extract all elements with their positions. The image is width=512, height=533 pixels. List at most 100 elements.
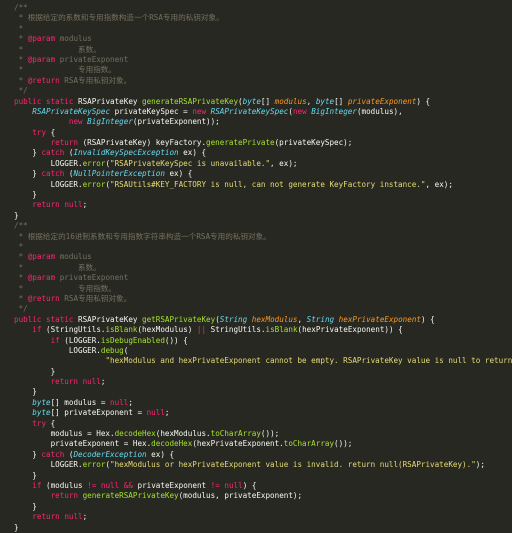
keyword-token: null <box>64 200 83 210</box>
code-token: [] <box>260 96 275 106</box>
code-line: } <box>14 502 512 512</box>
code-line: */ <box>14 304 512 314</box>
code-token: } <box>14 169 42 179</box>
code-line: return (RSAPrivateKey) keyFactory.genera… <box>14 138 512 148</box>
code-line: LOGGER.debug( <box>14 346 512 356</box>
code-line: /** <box>14 3 512 13</box>
function-token: error <box>82 179 106 189</box>
code-line: byte[] privateExponent = null; <box>14 408 512 418</box>
code-line: if (modulus != null && privateExponent !… <box>14 481 512 491</box>
code-token: LOGGER. <box>14 179 83 189</box>
keyword-token: || <box>196 325 207 335</box>
function-token: toCharArray <box>210 429 261 439</box>
code-line: } <box>14 387 512 397</box>
code-token: ( <box>123 345 129 355</box>
code-token: ; <box>82 512 88 522</box>
type-token: byte <box>32 408 51 418</box>
code-token: , <box>297 314 307 324</box>
function-token: isBlank <box>265 325 298 335</box>
keyword-token: null <box>110 397 129 407</box>
type-token: byte <box>32 397 51 407</box>
code-line: * <box>14 24 512 34</box>
keyword-token: null <box>100 480 120 490</box>
code-token: , ex); <box>425 179 453 189</box>
code-token: (hexPrivateExponent. <box>192 439 284 449</box>
code-token: LOGGER. <box>14 345 101 355</box>
keyword-token: new <box>192 106 207 116</box>
code-token: , <box>306 96 316 106</box>
annotation-token: @param <box>27 54 56 64</box>
code-line: LOGGER.error("RSAPrivateKeySpec is unava… <box>14 159 512 169</box>
code-token: { <box>46 418 56 428</box>
type-token: String <box>219 314 248 324</box>
keyword-token: null <box>224 480 243 490</box>
function-token: decodeHex <box>151 439 193 449</box>
code-line: * <box>14 242 512 252</box>
code-token: (hexModulus) <box>137 325 197 335</box>
code-token: } <box>14 366 56 376</box>
comment-token: * <box>14 34 28 44</box>
type-token: RSAPrivateKeySpec <box>210 106 289 116</box>
function-token: generateRSAPrivateKey <box>142 96 239 106</box>
keyword-token: return <box>50 491 79 501</box>
code-token: } <box>14 387 37 397</box>
code-editor[interactable]: /** * 根据给定的系数和专用指数构造一个RSA专用的私钥对象。 * * @p… <box>0 0 512 532</box>
code-line: * 系数。 <box>14 263 512 273</box>
code-token: ex) { <box>164 169 193 179</box>
code-token: , ex); <box>270 158 298 168</box>
keyword-token: catch <box>41 169 65 179</box>
code-token: } <box>14 449 42 459</box>
code-line: * @param modulus <box>14 34 512 44</box>
comment-token: * <box>14 252 28 262</box>
annotation-token: @param <box>27 34 56 44</box>
function-token: toCharArray <box>283 439 335 449</box>
code-token: } <box>14 522 19 532</box>
code-line: LOGGER.error("RSAUtils#KEY_FACTORY is nu… <box>14 180 512 190</box>
code-token: } <box>14 470 37 480</box>
code-line: privateExponent = Hex.decodeHex(hexPriva… <box>14 439 512 449</box>
code-token: } <box>14 148 42 158</box>
function-token: getRSAPrivateKey <box>142 314 216 324</box>
code-token: (modulus), <box>356 106 403 116</box>
keyword-token: return <box>32 512 60 522</box>
annotation-token: @return <box>27 75 60 85</box>
code-token: [] modulus = <box>50 397 111 407</box>
code-line: try { <box>14 419 512 429</box>
code-token: privateExponent = Hex. <box>14 439 152 449</box>
code-line: "hexModulus and hexPrivateExponent canno… <box>14 356 512 366</box>
code-token: StringUtils. <box>206 325 266 335</box>
annotation-token: @param <box>27 273 56 283</box>
code-token: (hexModulus. <box>155 429 211 439</box>
code-line: } catch (InvalidKeySpecException ex) { <box>14 148 512 158</box>
keyword-token: return <box>50 138 79 148</box>
keyword-token: != <box>210 480 220 490</box>
comment-token: * <box>14 241 24 251</box>
code-token: ()) { <box>164 335 188 345</box>
code-token: (privateKeySpec); <box>274 138 353 148</box>
code-token: ; <box>82 200 88 210</box>
code-token: (modulus <box>41 480 88 490</box>
string-token: "RSAPrivateKeySpec is unavailable." <box>110 158 271 168</box>
code-line: * @param modulus <box>14 252 512 262</box>
keyword-token: public <box>14 314 42 324</box>
code-token: privateExponent <box>132 480 211 490</box>
code-token: [] <box>334 96 348 106</box>
comment-token: privateExponent <box>55 273 129 283</box>
keyword-token: try <box>32 127 47 137</box>
code-line: * 专用指数。 <box>14 65 512 75</box>
code-line: return generateRSAPrivateKey(modulus, pr… <box>14 491 512 501</box>
code-line: byte[] modulus = null; <box>14 398 512 408</box>
code-token: (hexPrivateExponent)) { <box>297 325 403 335</box>
comment-token: * <box>14 75 28 85</box>
